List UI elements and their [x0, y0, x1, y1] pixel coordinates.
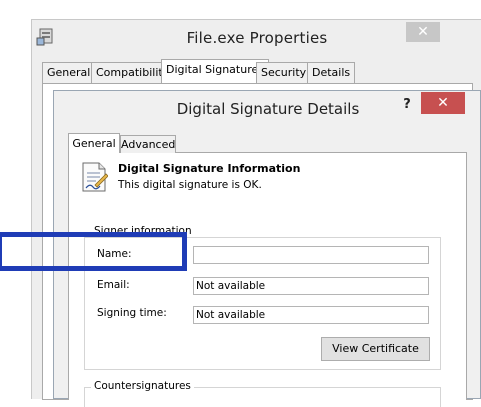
signature-info-heading: Digital Signature Information [118, 162, 301, 175]
email-label: Email: [97, 279, 130, 291]
signing-time-label: Signing time: [97, 307, 167, 319]
outer-close-button[interactable]: ✕ [406, 22, 440, 42]
tab-general-dialog[interactable]: General [68, 133, 120, 153]
help-button[interactable]: ? [396, 95, 418, 117]
email-field[interactable]: Not available [193, 277, 429, 295]
tab-details[interactable]: Details [307, 62, 356, 85]
tab-security[interactable]: Security [256, 62, 312, 85]
signing-time-field[interactable]: Not available [193, 306, 429, 324]
countersignatures-label: Countersignatures [91, 380, 194, 392]
dialog-close-button[interactable]: ✕ [421, 92, 465, 114]
view-certificate-button[interactable]: View Certificate [321, 337, 430, 361]
name-field[interactable] [193, 246, 429, 264]
tab-general[interactable]: General [42, 62, 96, 85]
highlight-annotation [0, 232, 187, 271]
outer-titlebar: File.exe Properties ✕ [32, 20, 481, 56]
tab-digital-signatures[interactable]: Digital Signatures [161, 59, 269, 85]
tab-advanced[interactable]: Advanced [120, 135, 176, 153]
signature-status-text: This digital signature is OK. [118, 179, 262, 191]
certificate-icon [82, 162, 108, 192]
